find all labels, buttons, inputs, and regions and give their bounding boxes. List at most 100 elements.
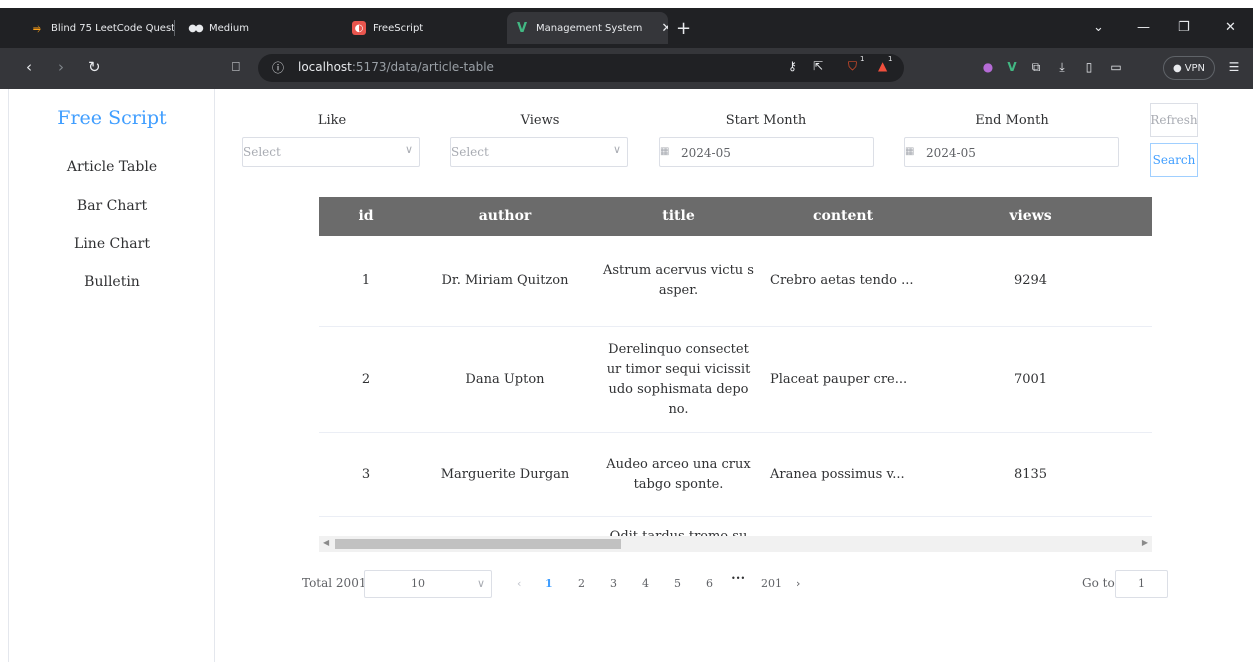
tab-search-chevron-icon[interactable]: ⌄ xyxy=(1093,20,1104,35)
menu-icon[interactable]: ☰ xyxy=(1226,59,1242,75)
column-header-author: author xyxy=(478,208,532,224)
start-month-value: 2024-05 xyxy=(681,146,731,160)
cell-content: Placeat pauper cre... xyxy=(770,371,908,387)
vpn-status-icon: ● xyxy=(1172,62,1182,74)
cell-title: Derelinquo consectet ur timor sequi vici… xyxy=(606,341,751,417)
scrollbar-thumb[interactable] xyxy=(335,539,621,549)
prev-page-icon[interactable]: ‹ xyxy=(517,577,521,590)
cell-views: 8135 xyxy=(1013,466,1048,482)
goto-page-input[interactable]: 1 xyxy=(1115,570,1168,598)
page-3[interactable]: 3 xyxy=(610,577,617,590)
tab-freescript[interactable]: ◐ FreeScript xyxy=(344,12,494,44)
sidebar-item-line-chart[interactable]: Line Chart xyxy=(9,236,215,252)
page-6[interactable]: 6 xyxy=(706,577,713,590)
brave-rewards-icon[interactable]: ▲ xyxy=(878,59,887,73)
new-tab-icon[interactable]: + xyxy=(676,18,691,39)
like-select[interactable]: Select ∨ xyxy=(242,137,420,167)
medium-icon: ●● xyxy=(188,22,203,34)
brave-shield-badge: 1 xyxy=(860,55,865,63)
page-4[interactable]: 4 xyxy=(642,577,649,590)
like-label: Like xyxy=(317,113,347,128)
tab-title: FreeScript xyxy=(373,22,424,34)
cell-id: 1 xyxy=(361,273,371,288)
page-2[interactable]: 2 xyxy=(578,577,585,590)
tab-separator xyxy=(174,20,175,36)
cell-title: Audeo arceo una crux tabgo sponte. xyxy=(606,456,751,492)
back-icon[interactable]: ‹ xyxy=(26,58,32,76)
column-header-content: content xyxy=(812,208,874,224)
start-month-picker[interactable]: ▦ 2024-05 xyxy=(659,137,874,167)
sidebar-item-article-table[interactable]: Article Table xyxy=(9,159,215,175)
calendar-icon: ▦ xyxy=(660,146,670,157)
page-size-value: 10 xyxy=(411,577,425,590)
scroll-right-icon[interactable]: ▶ xyxy=(1142,538,1148,547)
sidebar: Free Script Article Table Bar Chart Line… xyxy=(9,89,215,662)
chevron-down-icon: ∨ xyxy=(612,143,621,156)
tab-blind75[interactable]: ⥤ Blind 75 LeetCode Question xyxy=(22,12,175,44)
cell-views: 7001 xyxy=(1013,371,1048,387)
pagination-total: Total 2001 xyxy=(302,576,367,590)
cell-content: Aranea possimus v... xyxy=(770,466,905,482)
reload-icon[interactable]: ↻ xyxy=(88,58,101,76)
leetcode-icon: ⥤ xyxy=(33,22,41,34)
goto-label: Go to xyxy=(1082,576,1115,590)
site-info-icon[interactable]: ⓘ xyxy=(272,59,284,76)
end-month-picker[interactable]: ▦ 2024-05 xyxy=(904,137,1119,167)
tab-title: Management System xyxy=(536,22,643,34)
extensions-icon[interactable]: ⧉ xyxy=(1028,59,1044,75)
browser-tab-strip: ⥤ Blind 75 LeetCode Question ●● Medium ◐… xyxy=(0,8,1253,48)
table-horizontal-scrollbar[interactable]: ◀ ▶ xyxy=(319,536,1152,552)
article-table: id author title content views 1 Dr. Miri… xyxy=(319,197,1152,629)
table-header: id author title content views xyxy=(319,197,1152,236)
url-text: localhost:5173/data/article-table xyxy=(298,60,494,74)
key-icon[interactable]: ⚷ xyxy=(788,59,797,73)
page-1[interactable]: 1 xyxy=(545,577,553,590)
chevron-down-icon: ∨ xyxy=(404,143,413,156)
search-button[interactable]: Search xyxy=(1150,143,1198,177)
table-row[interactable]: 2 Dana Upton Derelinquo consectet ur tim… xyxy=(319,327,1152,433)
share-icon[interactable]: ⇱ xyxy=(813,59,823,73)
download-icon[interactable]: ⤓ xyxy=(1054,59,1070,75)
cell-author: Dr. Miriam Quitzon xyxy=(441,273,569,288)
bookmark-icon[interactable]: ⎕ xyxy=(232,60,240,75)
refresh-button[interactable]: Refresh xyxy=(1150,103,1198,137)
forward-icon[interactable]: › xyxy=(58,58,64,76)
page-201[interactable]: 201 xyxy=(761,577,782,590)
close-icon[interactable]: ✕ xyxy=(661,21,668,36)
tab-title: Blind 75 LeetCode Question xyxy=(51,22,175,34)
next-page-icon[interactable]: › xyxy=(796,577,800,590)
vpn-button[interactable]: ● VPN xyxy=(1163,56,1215,80)
table-row[interactable]: 3 Marguerite Durgan Audeo arceo una crux… xyxy=(319,433,1152,517)
column-header-views: views xyxy=(1009,208,1052,224)
cell-views: 9294 xyxy=(1013,273,1048,288)
restore-icon[interactable]: ❐ xyxy=(1178,20,1190,35)
like-placeholder: Select xyxy=(243,145,281,159)
vue-devtools-icon[interactable]: V xyxy=(1004,59,1020,75)
views-select[interactable]: Select ∨ xyxy=(450,137,628,167)
tab-medium[interactable]: ●● Medium xyxy=(180,12,332,44)
table-row[interactable]: 1 Dr. Miriam Quitzon Astrum acervus vict… xyxy=(319,236,1152,327)
end-month-value: 2024-05 xyxy=(926,146,976,160)
wallet-icon[interactable]: ▭ xyxy=(1108,59,1124,75)
brave-shield-icon[interactable]: ⛉ xyxy=(848,59,857,74)
cell-id: 2 xyxy=(361,371,371,387)
address-bar[interactable]: ⓘ localhost:5173/data/article-table ⚷ ⇱ … xyxy=(258,54,904,82)
brave-rewards-badge: 1 xyxy=(888,55,893,63)
cell-author: Dana Upton xyxy=(465,371,545,387)
sidebar-item-bar-chart[interactable]: Bar Chart xyxy=(9,198,215,214)
vue-icon: V xyxy=(516,20,528,36)
page-5[interactable]: 5 xyxy=(674,577,681,590)
views-label: Views xyxy=(520,113,560,128)
sidebar-icon[interactable]: ▯ xyxy=(1081,59,1097,75)
vpn-label: VPN xyxy=(1184,62,1206,74)
browser-toolbar: ‹ › ↻ ⎕ ⓘ localhost:5173/data/article-ta… xyxy=(0,48,1253,89)
window-close-icon[interactable]: ✕ xyxy=(1225,20,1236,35)
sidebar-item-bulletin[interactable]: Bulletin xyxy=(9,274,215,290)
minimize-icon[interactable]: — xyxy=(1137,20,1150,35)
more-pages-icon[interactable]: ••• xyxy=(731,574,745,583)
scroll-left-icon[interactable]: ◀ xyxy=(323,538,329,547)
chevron-down-icon: ∨ xyxy=(476,577,485,590)
tab-management-system[interactable]: V Management System ✕ xyxy=(507,12,668,44)
extension-purple-icon[interactable]: ● xyxy=(980,59,996,75)
page-size-select[interactable]: 10 ∨ xyxy=(364,570,492,598)
